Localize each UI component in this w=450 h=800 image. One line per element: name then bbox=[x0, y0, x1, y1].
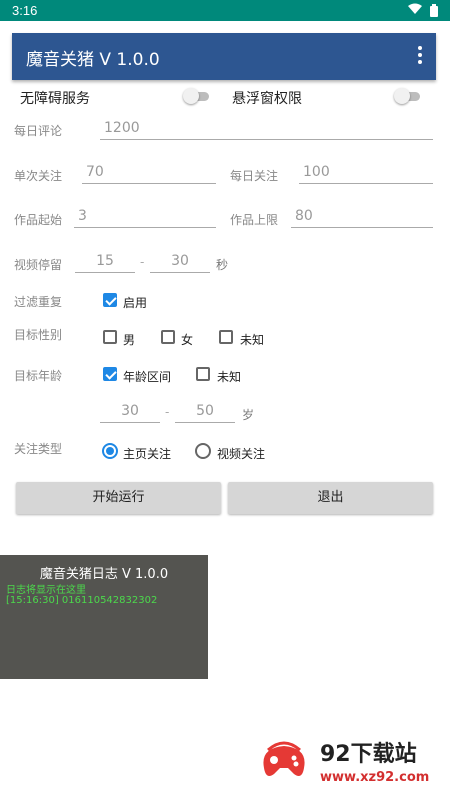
gender-male-label: 男 bbox=[123, 333, 136, 347]
app-bar: 魔音关猪 V 1.0.0 bbox=[12, 33, 436, 80]
gender-unknown-checkbox[interactable] bbox=[219, 330, 233, 344]
log-line: 日志将显示在这里 bbox=[6, 585, 86, 596]
log-panel: 魔音关猪日志 V 1.0.0 日志将显示在这里 [15:16:30] 01611… bbox=[0, 555, 208, 679]
gender-male-checkbox[interactable] bbox=[103, 330, 117, 344]
more-options-icon[interactable] bbox=[414, 44, 426, 68]
gender-female-label: 女 bbox=[181, 333, 194, 347]
single-follow-input[interactable]: 70 bbox=[82, 162, 216, 184]
status-bar: 3:16 bbox=[0, 0, 450, 21]
start-button[interactable]: 开始运行 bbox=[16, 482, 221, 514]
status-time: 3:16 bbox=[12, 3, 38, 18]
work-limit-label: 作品上限 bbox=[230, 213, 279, 227]
accessibility-service-toggle[interactable] bbox=[183, 88, 211, 104]
video-stay-min-input[interactable]: 15 bbox=[75, 251, 135, 273]
app-title: 魔音关猪 V 1.0.0 bbox=[26, 50, 160, 70]
gamepad-logo-icon bbox=[256, 738, 312, 790]
battery-icon bbox=[430, 4, 438, 21]
log-title: 魔音关猪日志 V 1.0.0 bbox=[39, 567, 169, 582]
overlay-permission-toggle[interactable] bbox=[394, 88, 422, 104]
video-stay-label: 视频停留 bbox=[14, 258, 63, 272]
age-min-input[interactable]: 30 bbox=[100, 401, 160, 423]
watermark-url: www.xz92.com bbox=[320, 770, 430, 785]
log-line: [15:16:30] 016110542832302 bbox=[6, 595, 158, 606]
target-gender-label: 目标性别 bbox=[14, 328, 63, 342]
overlay-permission-label: 悬浮窗权限 bbox=[232, 91, 302, 107]
follow-video-radio[interactable] bbox=[195, 443, 211, 459]
target-age-label: 目标年龄 bbox=[14, 369, 63, 383]
daily-comment-label: 每日评论 bbox=[14, 124, 63, 138]
exit-button[interactable]: 退出 bbox=[228, 482, 433, 514]
age-unknown-checkbox[interactable] bbox=[196, 367, 210, 381]
video-stay-max-input[interactable]: 30 bbox=[150, 251, 210, 273]
age-range-label: 年龄区间 bbox=[123, 370, 172, 384]
video-stay-unit: 秒 bbox=[216, 258, 229, 272]
work-start-input[interactable]: 3 bbox=[74, 206, 216, 228]
work-start-label: 作品起始 bbox=[14, 213, 63, 227]
age-range-separator: - bbox=[165, 405, 170, 419]
filter-duplicates-label: 过滤重复 bbox=[14, 295, 63, 309]
age-unit: 岁 bbox=[242, 408, 255, 422]
watermark: 92下载站 www.xz92.com bbox=[234, 718, 450, 800]
age-unknown-label: 未知 bbox=[217, 370, 242, 384]
watermark-brand: 92下载站 bbox=[320, 742, 417, 767]
follow-video-label: 视频关注 bbox=[217, 447, 266, 461]
age-max-input[interactable]: 50 bbox=[175, 401, 235, 423]
follow-type-label: 关注类型 bbox=[14, 442, 63, 456]
daily-follow-input[interactable]: 100 bbox=[299, 162, 433, 184]
filter-duplicates-option: 启用 bbox=[123, 296, 148, 310]
wifi-icon bbox=[408, 3, 422, 19]
gender-unknown-label: 未知 bbox=[240, 333, 265, 347]
daily-comment-input[interactable]: 1200 bbox=[100, 118, 433, 140]
accessibility-service-label: 无障碍服务 bbox=[20, 91, 90, 107]
work-limit-input[interactable]: 80 bbox=[291, 206, 433, 228]
single-follow-label: 单次关注 bbox=[14, 169, 63, 183]
daily-follow-label: 每日关注 bbox=[230, 169, 279, 183]
video-stay-separator: - bbox=[140, 255, 145, 269]
filter-duplicates-checkbox[interactable] bbox=[103, 293, 117, 307]
gender-female-checkbox[interactable] bbox=[161, 330, 175, 344]
follow-home-label: 主页关注 bbox=[123, 447, 172, 461]
age-range-checkbox[interactable] bbox=[103, 367, 117, 381]
follow-home-radio[interactable] bbox=[102, 443, 118, 459]
